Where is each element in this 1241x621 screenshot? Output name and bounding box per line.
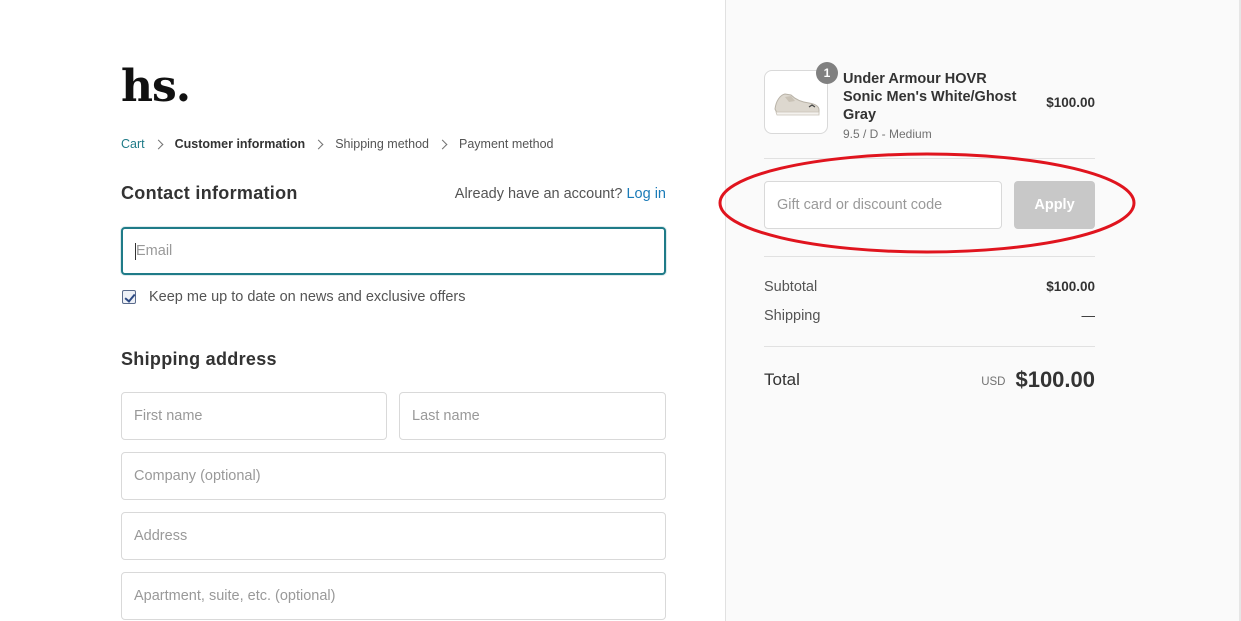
chevron-right-icon: [153, 139, 164, 149]
breadcrumb: Cart Customer information Shipping metho…: [121, 137, 554, 151]
total-row: Total USD $100.00: [764, 367, 1095, 393]
annotation-ellipse: [718, 152, 1136, 254]
address-placeholder: Address: [134, 528, 188, 544]
chevron-right-icon: [313, 139, 324, 149]
breadcrumb-shipping-method: Shipping method: [335, 137, 430, 151]
order-line-item: 1 Under Armour HOVR Sonic Men's White/Gh…: [764, 62, 1095, 141]
product-thumbnail: 1: [764, 62, 838, 134]
last-name-field[interactable]: Last name: [399, 392, 666, 440]
shipping-row: Shipping —: [764, 308, 1095, 324]
quantity-badge: 1: [816, 62, 838, 84]
email-placeholder: Email: [136, 243, 173, 259]
apartment-field[interactable]: Apartment, suite, etc. (optional): [121, 572, 666, 620]
shoe-icon: [774, 93, 820, 116]
account-prompt: Already have an account? Log in: [455, 186, 666, 202]
store-logo[interactable]: hs.: [121, 62, 191, 112]
subtotal-row: Subtotal $100.00: [764, 279, 1095, 295]
breadcrumb-customer-information: Customer information: [174, 137, 306, 151]
breadcrumb-payment-method: Payment method: [459, 137, 554, 151]
product-variant: 9.5 / D - Medium: [843, 127, 932, 141]
shipping-value: —: [1081, 308, 1096, 323]
contact-information-heading: Contact information: [121, 183, 298, 203]
account-prompt-text: Already have an account?: [454, 186, 623, 202]
login-link[interactable]: Log in: [626, 186, 666, 202]
shipping-label: Shipping: [764, 308, 821, 324]
company-placeholder: Company (optional): [134, 468, 261, 484]
divider: [764, 346, 1095, 347]
checkout-main: hs. Cart Customer information Shipping m…: [0, 0, 725, 621]
divider: [764, 256, 1095, 257]
first-name-placeholder: First name: [134, 408, 203, 424]
product-info: Under Armour HOVR Sonic Men's White/Ghos…: [843, 70, 1023, 141]
last-name-placeholder: Last name: [412, 408, 480, 424]
email-field[interactable]: Email: [121, 227, 666, 275]
breadcrumb-cart[interactable]: Cart: [121, 137, 145, 151]
total-label: Total: [764, 370, 800, 389]
address-field[interactable]: Address: [121, 512, 666, 560]
first-name-field[interactable]: First name: [121, 392, 387, 440]
subtotal-label: Subtotal: [764, 279, 818, 295]
newsletter-option[interactable]: Keep me up to date on news and exclusive…: [122, 289, 466, 305]
chevron-right-icon: [437, 139, 448, 149]
total-amount: $100.00: [1015, 367, 1095, 392]
company-field[interactable]: Company (optional): [121, 452, 666, 500]
shipping-address-heading: Shipping address: [121, 349, 277, 369]
currency-code: USD: [981, 376, 1006, 388]
product-price: $100.00: [1046, 95, 1095, 110]
newsletter-label: Keep me up to date on news and exclusive…: [149, 289, 466, 305]
total-amount-group: USD $100.00: [981, 367, 1095, 393]
subtotal-value: $100.00: [1046, 279, 1095, 294]
order-summary: 1 Under Armour HOVR Sonic Men's White/Gh…: [725, 0, 1241, 621]
product-name: Under Armour HOVR Sonic Men's White/Ghos…: [843, 71, 1017, 123]
newsletter-checkbox[interactable]: [122, 290, 136, 304]
apartment-placeholder: Apartment, suite, etc. (optional): [134, 588, 336, 604]
